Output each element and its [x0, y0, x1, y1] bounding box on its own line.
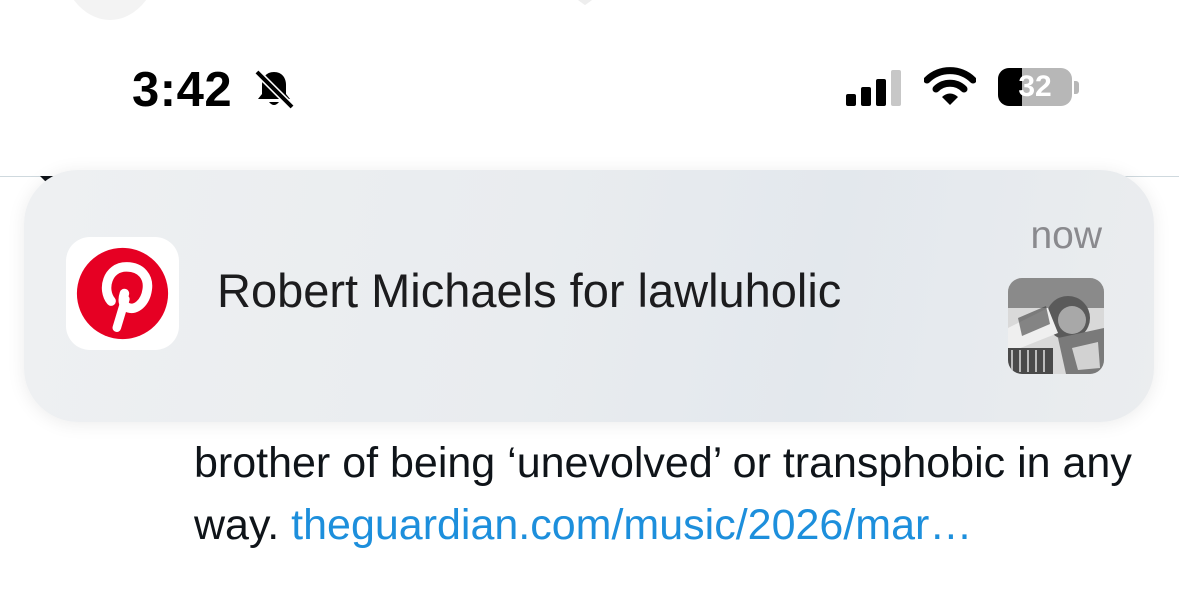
wifi-icon — [924, 67, 976, 105]
battery-body: 32 — [998, 68, 1072, 106]
notification-banner[interactable]: Robert Michaels for lawluholic now — [24, 170, 1154, 422]
notification-time: now — [1030, 214, 1102, 257]
thumbnail-photo — [1008, 278, 1104, 374]
status-bar: 3:42 32 — [0, 0, 1179, 130]
notification-title: Robert Michaels for lawluholic — [217, 264, 842, 317]
tweet-link[interactable]: theguardian.com/music/2026/mar… — [291, 501, 972, 549]
pinterest-icon — [76, 247, 169, 340]
battery-cap — [1074, 81, 1079, 94]
tweet-body: brother of being ‘unevolved’ or transpho… — [194, 432, 1154, 556]
pin-thumbnail-image — [1008, 278, 1104, 374]
pinterest-app-icon — [66, 237, 179, 350]
status-time: 3:42 — [132, 63, 233, 117]
bell-slash-icon — [254, 69, 295, 110]
cellular-signal-icon — [846, 70, 901, 106]
battery-level: 32 — [1018, 70, 1052, 103]
battery-icon: 32 — [998, 68, 1084, 108]
